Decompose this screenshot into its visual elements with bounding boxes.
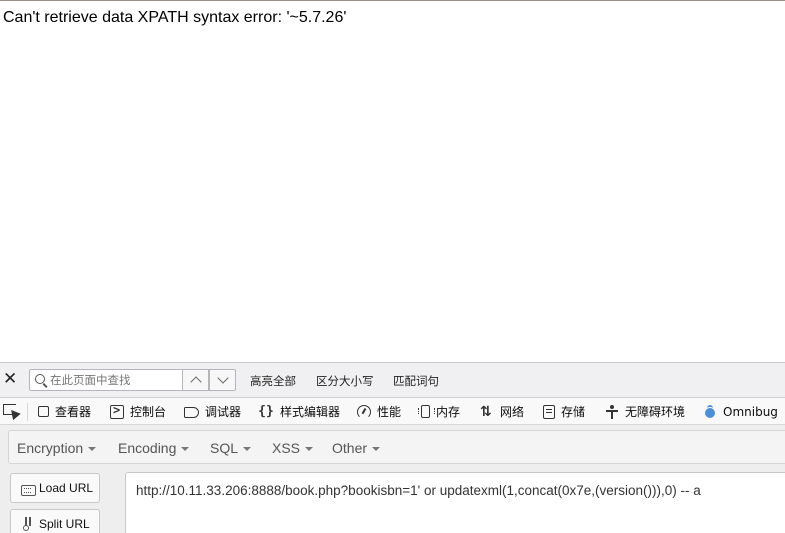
inspector-icon: [38, 406, 49, 417]
search-icon: [35, 374, 45, 384]
caret-down-icon: [372, 447, 381, 452]
caret-down-icon: [88, 447, 97, 452]
toolbar-divider: [27, 403, 28, 421]
tab-label: 控制台: [130, 405, 167, 419]
caret-down-icon: [243, 447, 252, 452]
network-icon: ⇅: [480, 403, 492, 420]
console-icon: [110, 403, 124, 419]
dropdown-label: XSS: [272, 440, 301, 456]
tab-label: Omnibug: [723, 404, 778, 419]
tab-label: 无障碍环境: [625, 405, 686, 419]
load-url-icon: [21, 481, 36, 496]
url-textarea[interactable]: http://10.11.33.206:8888/book.php?bookis…: [125, 472, 785, 533]
tab-label: 样式编辑器: [280, 405, 341, 419]
tab-omnibug[interactable]: Omnibug: [703, 398, 778, 425]
chevron-down-icon: [216, 372, 229, 384]
memory-icon: [418, 405, 435, 418]
close-icon[interactable]: ✕: [3, 370, 17, 387]
dropdown-label: Other: [332, 440, 368, 456]
sql-dropdown[interactable]: SQL: [210, 440, 252, 456]
tab-performance[interactable]: 性能: [357, 398, 401, 425]
tab-storage[interactable]: 存储: [543, 398, 585, 425]
tab-label: 调试器: [205, 405, 242, 419]
find-previous-button[interactable]: [182, 369, 209, 391]
highlight-all-option[interactable]: 高亮全部: [250, 373, 296, 389]
dropdown-label: Encryption: [17, 440, 84, 456]
find-input-wrapper: [29, 369, 183, 391]
storage-icon: [543, 404, 555, 419]
tab-network[interactable]: ⇅ 网络: [480, 398, 524, 425]
dropdown-label: Encoding: [118, 440, 177, 456]
whole-words-option[interactable]: 匹配词句: [393, 373, 439, 389]
tab-label: 查看器: [55, 405, 92, 419]
accessibility-icon: [605, 404, 619, 419]
tab-label: 网络: [500, 405, 525, 419]
find-next-button[interactable]: [209, 369, 236, 391]
tab-debugger[interactable]: 调试器: [184, 398, 241, 425]
split-url-button[interactable]: Split URL: [10, 509, 100, 533]
tab-inspector[interactable]: 查看器: [37, 398, 91, 425]
split-url-label: Split URL: [39, 517, 90, 531]
find-input[interactable]: [50, 372, 180, 388]
omnibug-icon: [703, 404, 717, 419]
page-content: Can't retrieve data XPATH syntax error: …: [0, 1, 785, 362]
other-dropdown[interactable]: Other: [332, 440, 381, 456]
element-picker-icon[interactable]: [3, 404, 21, 421]
load-url-button[interactable]: Load URL: [10, 473, 100, 503]
chevron-up-icon: [189, 376, 202, 388]
scissors-icon: [21, 517, 35, 531]
load-url-label: Load URL: [39, 481, 94, 495]
match-case-option[interactable]: 区分大小写: [316, 373, 374, 389]
find-bar: ✕ 高亮全部 区分大小写 匹配词句: [0, 362, 785, 397]
tab-style-editor[interactable]: {} 样式编辑器: [258, 398, 340, 425]
xss-dropdown[interactable]: XSS: [272, 440, 314, 456]
tab-console[interactable]: 控制台: [110, 398, 166, 425]
hackbar-panel: Encryption Encoding SQL XSS Other Load U…: [0, 425, 785, 533]
debugger-icon: [184, 406, 199, 418]
tab-memory[interactable]: 内存: [418, 398, 461, 425]
caret-down-icon: [181, 447, 190, 452]
dropdown-label: SQL: [210, 440, 239, 456]
caret-down-icon: [305, 447, 314, 452]
tab-label: 存储: [561, 405, 586, 419]
encryption-dropdown[interactable]: Encryption: [17, 440, 97, 456]
tab-accessibility[interactable]: 无障碍环境: [605, 398, 685, 425]
tab-label: 内存: [436, 405, 461, 419]
style-editor-icon: {}: [258, 403, 274, 419]
encoding-dropdown[interactable]: Encoding: [118, 440, 190, 456]
error-message: Can't retrieve data XPATH syntax error: …: [3, 9, 347, 26]
devtools-toolbar: 查看器 控制台 调试器 {} 样式编辑器 性能 内存 ⇅ 网络 存储 无障碍环境…: [0, 397, 785, 425]
tab-label: 性能: [377, 405, 402, 419]
hackbar-menu: Encryption Encoding SQL XSS Other: [8, 430, 785, 464]
performance-icon: [357, 404, 371, 419]
